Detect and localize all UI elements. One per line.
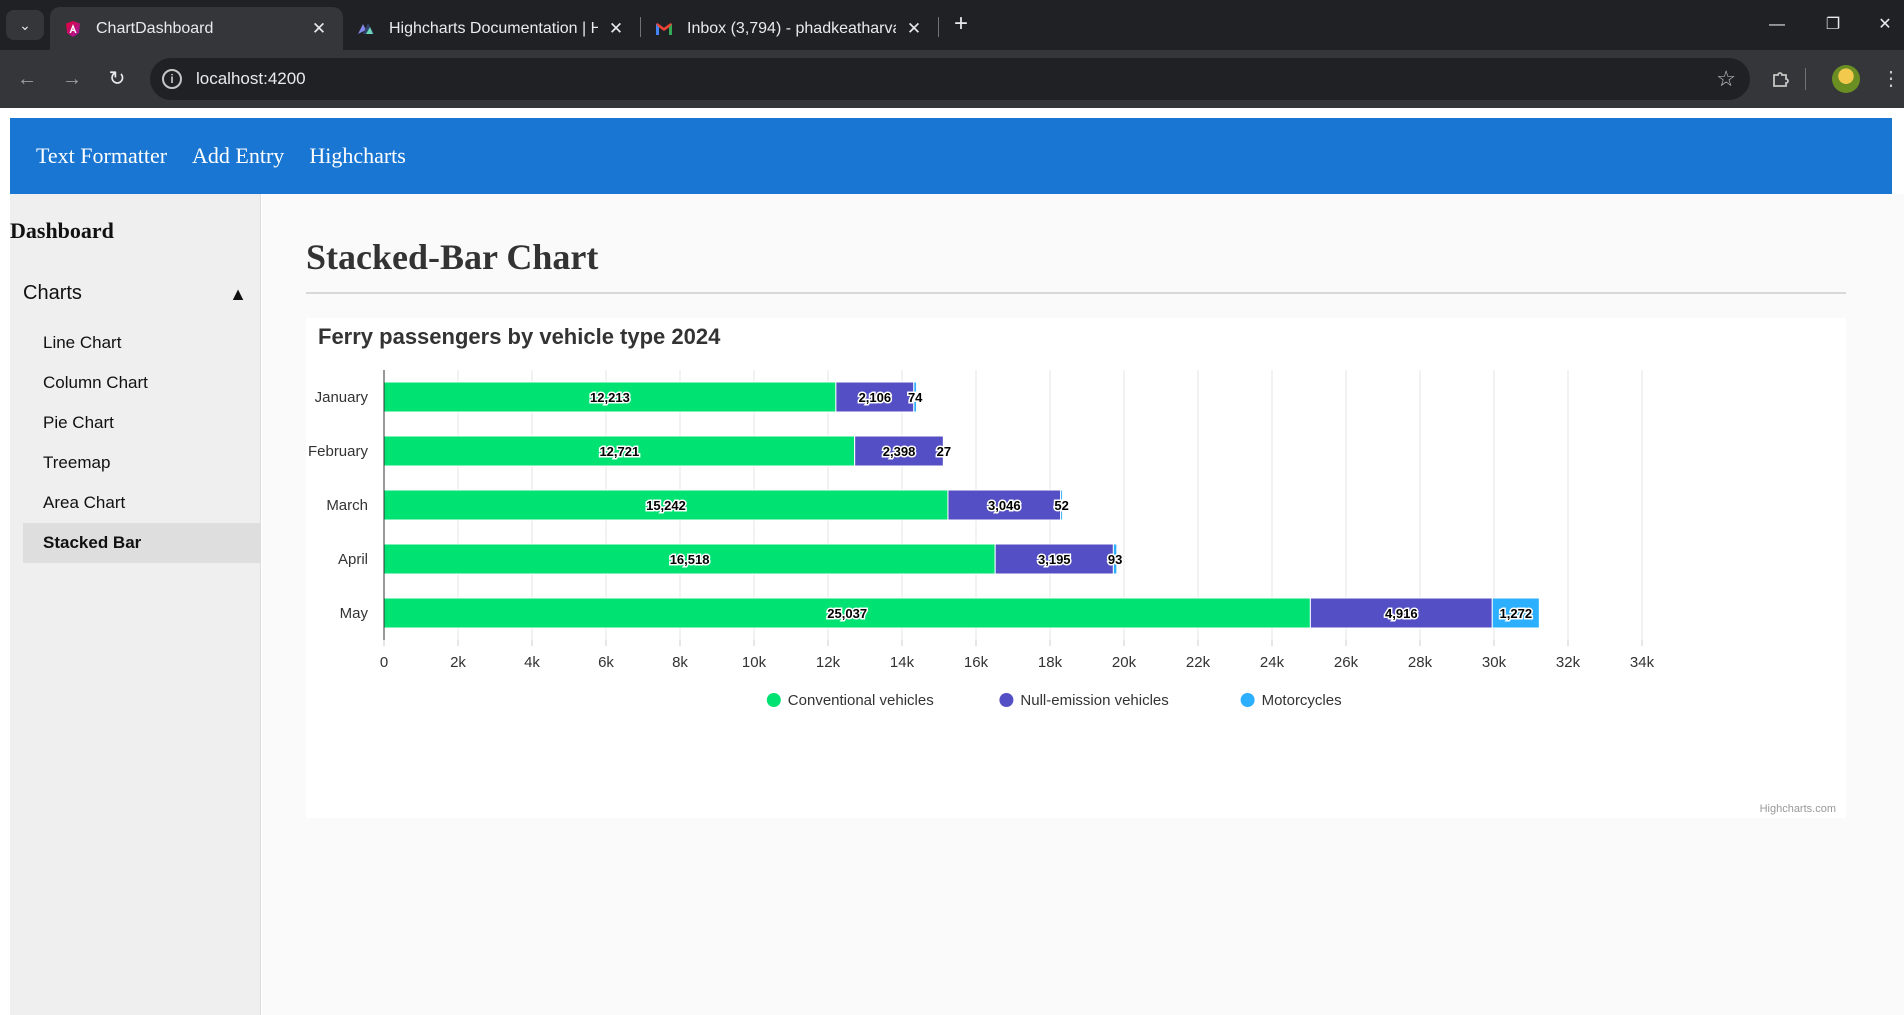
tab-search-button[interactable]: ⌄ [6,10,44,40]
x-tick-label: 32k [1556,654,1581,671]
nav-link-add-entry[interactable]: Add Entry [192,143,284,169]
url-text[interactable]: localhost:4200 [196,69,306,89]
main-content: Stacked-Bar Chart 12,213 2,106 74 12,721 2,3… [262,194,1904,1015]
nav-link-highcharts[interactable]: Highcharts [309,143,406,169]
y-category-label: April [338,551,368,568]
data-label: 2,106 [859,390,892,405]
y-category-label: May [340,605,369,622]
x-tick-label: 0 [380,654,388,671]
x-tick-label: 28k [1408,654,1433,671]
data-label: 12,721 [599,444,639,459]
legend-item[interactable]: Motorcycles [1262,692,1342,709]
caret-up-icon[interactable]: ▲ [229,284,247,305]
sidebar: Dashboard Charts ▲ Line Chart Column Cha… [10,194,261,1015]
x-tick-label: 22k [1186,654,1211,671]
chart-container: 12,213 2,106 74 12,721 2,398 27 15,242 3,046 52 1… [306,318,1846,818]
data-label: 15,242 [646,498,686,513]
y-category-label: February [308,443,369,460]
browser-tabstrip: ⌄ ChartDashboard ✕ Highcharts Documentat… [0,0,1904,50]
app-root: Text Formatter Add Entry Highcharts Dash… [0,108,1904,1015]
avatar[interactable] [1832,65,1860,93]
page-title: Stacked-Bar Chart [306,237,599,277]
x-tick-label: 30k [1482,654,1507,671]
sidebar-item-area-chart[interactable]: Area Chart [23,483,261,523]
data-label: 2,398 [883,444,916,459]
info-icon[interactable]: i [162,69,182,89]
legend-marker[interactable] [766,693,781,707]
toolbar-separator [1805,68,1806,90]
close-icon[interactable]: ✕ [309,19,329,39]
x-tick-label: 10k [742,654,767,671]
legend-marker[interactable] [999,693,1014,707]
sidebar-item-treemap[interactable]: Treemap [23,443,261,483]
tab-chartdashboard[interactable]: ChartDashboard ✕ [50,7,343,50]
restore-icon[interactable]: ❐ [1813,10,1853,40]
y-category-label: March [326,497,368,514]
plus-icon[interactable]: + [948,12,974,38]
browser-toolbar: ← → ↻ i localhost:4200 ☆ ⋮ [0,50,1904,108]
x-tick-label: 26k [1334,654,1359,671]
x-tick-label: 14k [890,654,915,671]
chart-credits[interactable]: Highcharts.com [1760,803,1836,815]
data-label: 4,916 [1385,606,1418,621]
x-tick-label: 4k [524,654,540,671]
title-divider [306,292,1846,294]
close-icon[interactable]: ✕ [606,19,626,39]
legend-marker[interactable] [1240,693,1255,707]
tab-title: Highcharts Documentation | Hig [389,19,598,37]
x-tick-label: 18k [1038,654,1063,671]
highcharts-logo-icon [358,22,374,34]
top-navbar: Text Formatter Add Entry Highcharts [10,118,1892,194]
data-label: 3,195 [1038,552,1071,567]
legend-item[interactable]: Null-emission vehicles [1020,692,1168,709]
arrow-left-icon[interactable]: ← [11,63,43,95]
arrow-right-icon[interactable]: → [56,63,88,95]
puzzle-icon[interactable] [1765,63,1797,95]
data-label: 74 [908,390,923,405]
data-label: 52 [1054,498,1068,513]
sidebar-group-charts[interactable]: Charts ▲ [23,282,261,308]
data-label: 16,518 [670,552,710,567]
legend-item[interactable]: Conventional vehicles [788,692,934,709]
close-icon[interactable]: ✕ [904,19,924,39]
star-icon[interactable]: ☆ [1716,66,1736,92]
data-label: 93 [1108,552,1122,567]
data-label: 1,272 [1500,606,1533,621]
y-category-label: January [315,389,369,406]
sidebar-title: Dashboard [10,218,114,243]
tab-gmail-inbox[interactable]: Inbox (3,794) - phadkeatharva0 ✕ [641,7,938,50]
kebab-menu-icon[interactable]: ⋮ [1875,63,1904,95]
close-window-icon[interactable]: ✕ [1869,10,1901,40]
tab-highcharts-docs[interactable]: Highcharts Documentation | Hig ✕ [343,7,640,50]
address-bar[interactable]: i localhost:4200 ☆ [150,58,1750,100]
reload-icon[interactable]: ↻ [101,63,133,95]
x-tick-label: 16k [964,654,989,671]
sidebar-item-line-chart[interactable]: Line Chart [23,323,261,363]
sidebar-item-column-chart[interactable]: Column Chart [23,363,261,403]
data-label: 12,213 [590,390,630,405]
data-label: 3,046 [988,498,1021,513]
minimize-icon[interactable]: — [1757,10,1797,40]
chevron-down-icon: ⌄ [19,16,31,33]
stacked-bar-chart: 12,213 2,106 74 12,721 2,398 27 15,242 3,046 52 1… [308,324,1836,815]
tab-separator [938,17,939,37]
data-label: 25,037 [827,606,867,621]
tab-title: ChartDashboard [96,19,214,37]
tab-title: Inbox (3,794) - phadkeatharva0 [687,19,896,37]
sidebar-item-pie-chart[interactable]: Pie Chart [23,403,261,443]
chart-title: Ferry passengers by vehicle type 2024 [318,324,721,349]
angular-logo-icon [66,20,80,37]
x-tick-label: 34k [1630,654,1655,671]
x-tick-label: 6k [598,654,614,671]
gmail-logo-icon [656,22,672,35]
sidebar-item-stacked-bar[interactable]: Stacked Bar [23,523,261,563]
x-tick-label: 2k [450,654,466,671]
x-tick-label: 12k [816,654,841,671]
x-tick-label: 20k [1112,654,1137,671]
nav-link-text-formatter[interactable]: Text Formatter [36,143,167,169]
x-tick-label: 24k [1260,654,1285,671]
data-label: 27 [937,444,951,459]
sidebar-group-label: Charts [23,282,82,304]
x-tick-label: 8k [672,654,688,671]
